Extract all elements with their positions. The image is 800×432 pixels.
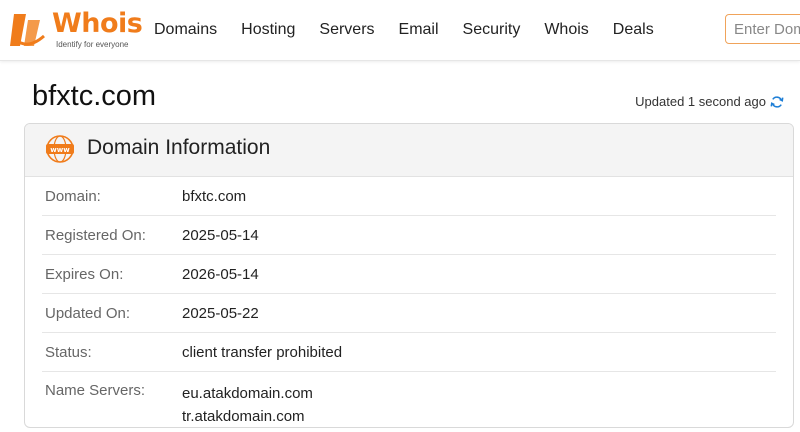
nav-whois[interactable]: Whois [544,20,588,40]
nav-deals[interactable]: Deals [613,20,654,40]
logo-text: Whois [52,8,143,39]
info-row-name-servers: Name Servers: eu.atakdomain.com tr.atakd… [42,372,776,427]
nav-security[interactable]: Security [463,20,521,40]
logo[interactable]: Whois Identify for everyone [6,6,143,52]
row-value: client transfer prohibited [182,343,343,361]
info-row-updated: Updated On: 2025-05-22 [42,294,776,333]
row-value: 2025-05-14 [182,226,259,244]
card-header: www Domain Information [25,124,793,177]
row-value: 2026-05-14 [182,265,259,283]
row-label: Name Servers: [45,382,146,399]
nav-hosting[interactable]: Hosting [241,20,295,40]
row-value: bfxtc.com [182,187,247,205]
row-label: Expires On: [45,265,124,283]
nav-domains[interactable]: Domains [154,20,217,40]
refresh-icon[interactable] [770,95,784,109]
svg-text:www: www [50,146,70,154]
updated-text: Updated 1 second ago [635,94,766,109]
logo-tagline: Identify for everyone [56,40,129,49]
domain-search-input[interactable] [725,14,800,44]
row-label: Registered On: [45,226,146,244]
row-label: Status: [45,343,92,361]
domain-information-card: www Domain Information Domain: bfxtc.com… [24,123,794,428]
site-header: Whois Identify for everyone Domains Host… [0,0,800,61]
card-title: Domain Information [87,136,271,159]
main-nav: Domains Hosting Servers Email Security W… [154,20,678,40]
info-row-expires: Expires On: 2026-05-14 [42,255,776,294]
info-table: Domain: bfxtc.com Registered On: 2025-05… [25,177,793,427]
name-server-list: eu.atakdomain.com tr.atakdomain.com [182,382,313,427]
name-server[interactable]: eu.atakdomain.com [182,382,313,405]
www-icon: www [46,135,74,163]
info-row-registered: Registered On: 2025-05-14 [42,216,776,255]
page-title: bfxtc.com [32,80,157,112]
row-value: 2025-05-22 [182,304,259,322]
nav-email[interactable]: Email [399,20,439,40]
nav-servers[interactable]: Servers [319,20,374,40]
updated-status: Updated 1 second ago [635,94,784,109]
info-row-domain: Domain: bfxtc.com [42,177,776,216]
info-row-status: Status: client transfer prohibited [42,333,776,372]
row-label: Updated On: [45,304,131,322]
logo-mark-icon [10,14,45,46]
name-server[interactable]: tr.atakdomain.com [182,405,313,427]
row-label: Domain: [45,187,101,205]
